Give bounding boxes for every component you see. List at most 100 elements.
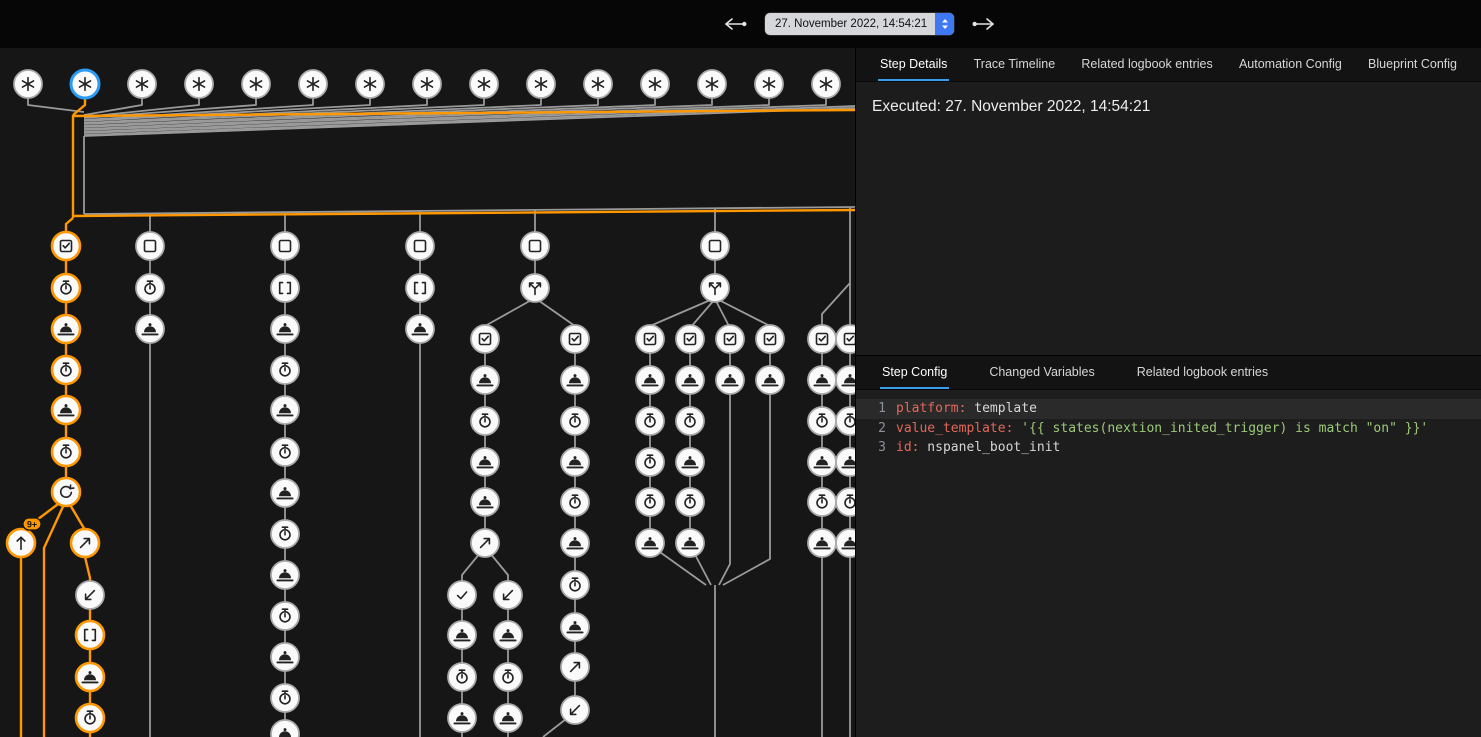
trace-node-room-service[interactable] <box>271 720 299 737</box>
trace-node-timer[interactable] <box>676 407 704 435</box>
trace-node-timer[interactable] <box>636 407 664 435</box>
trace-node-room-service[interactable] <box>271 479 299 507</box>
trace-node-asterisk[interactable] <box>356 70 384 98</box>
trace-node-checkbox-blank[interactable] <box>136 232 164 260</box>
trace-node-timer[interactable] <box>561 488 589 516</box>
tab-blueprint-config[interactable]: Blueprint Config <box>1366 48 1459 81</box>
trace-node-room-service[interactable] <box>494 621 522 649</box>
trace-node-room-service[interactable] <box>676 366 704 394</box>
trace-node-timer[interactable] <box>271 520 299 548</box>
tab-related-logbook-entries[interactable]: Related logbook entries <box>1135 356 1270 389</box>
tab-step-details[interactable]: Step Details <box>878 48 949 81</box>
trace-node-asterisk[interactable] <box>641 70 669 98</box>
trace-node-room-service[interactable] <box>471 366 499 394</box>
trace-node-room-service[interactable] <box>836 529 855 557</box>
trace-node-code-brackets[interactable] <box>76 621 104 649</box>
trace-node-timer[interactable] <box>52 438 80 466</box>
trace-node-timer[interactable] <box>271 356 299 384</box>
trace-node-arrow-up-right[interactable] <box>471 529 499 557</box>
trace-node-checkbox-marked[interactable] <box>52 232 80 260</box>
trace-node-checkbox-marked[interactable] <box>636 325 664 353</box>
trace-node-asterisk[interactable] <box>698 70 726 98</box>
trace-node-asterisk[interactable] <box>527 70 555 98</box>
trace-node-room-service[interactable] <box>636 366 664 394</box>
trace-node-timer[interactable] <box>836 488 855 516</box>
trace-node-room-service[interactable] <box>406 315 434 343</box>
trace-node-room-service[interactable] <box>271 396 299 424</box>
trace-node-room-service[interactable] <box>561 448 589 476</box>
trace-node-refresh[interactable] <box>52 478 80 506</box>
trace-node-timer[interactable] <box>448 663 476 691</box>
trace-node-asterisk[interactable] <box>128 70 156 98</box>
trace-node-room-service[interactable] <box>756 366 784 394</box>
trace-node-checkbox-marked[interactable] <box>756 325 784 353</box>
code-line-3[interactable]: 3id: nspanel_boot_init <box>856 438 1481 458</box>
trace-node-asterisk[interactable] <box>584 70 612 98</box>
next-trace-button[interactable] <box>967 13 1001 35</box>
trace-node-room-service[interactable] <box>471 448 499 476</box>
trace-node-room-service[interactable] <box>561 613 589 641</box>
tab-related-logbook-entries[interactable]: Related logbook entries <box>1079 48 1214 81</box>
trace-node-call-split[interactable] <box>521 274 549 302</box>
trace-node-timer[interactable] <box>808 407 836 435</box>
trace-node-timer[interactable] <box>471 407 499 435</box>
trace-node-arrow-bottom-left[interactable] <box>494 581 522 609</box>
trace-node-call-split[interactable] <box>701 274 729 302</box>
trace-node-room-service[interactable] <box>676 529 704 557</box>
trace-node-arrow-up-right[interactable] <box>561 653 589 681</box>
trace-node-room-service[interactable] <box>561 529 589 557</box>
trace-node-room-service[interactable] <box>561 366 589 394</box>
trace-node-asterisk[interactable] <box>812 70 840 98</box>
trace-node-asterisk[interactable] <box>242 70 270 98</box>
trace-node-timer[interactable] <box>494 663 522 691</box>
trace-node-arrow-bottom-left[interactable] <box>76 581 104 609</box>
trace-node-room-service[interactable] <box>52 396 80 424</box>
trace-node-asterisk[interactable] <box>14 70 42 98</box>
trace-node-room-service[interactable] <box>494 704 522 732</box>
trace-node-arrow-bottom-left[interactable] <box>561 696 589 724</box>
trace-node-room-service[interactable] <box>836 448 855 476</box>
trace-node-checkbox-blank[interactable] <box>701 232 729 260</box>
code-line-2[interactable]: 2value_template: '{{ states(nextion_init… <box>856 419 1481 439</box>
trace-node-timer[interactable] <box>561 407 589 435</box>
tab-automation-config[interactable]: Automation Config <box>1237 48 1344 81</box>
trace-node-room-service[interactable] <box>448 704 476 732</box>
trace-node-checkbox-marked[interactable] <box>836 325 855 353</box>
trace-node-room-service[interactable] <box>271 561 299 589</box>
trace-node-asterisk[interactable] <box>185 70 213 98</box>
trace-node-room-service[interactable] <box>76 663 104 691</box>
trace-node-asterisk[interactable] <box>71 70 99 98</box>
trace-node-checkbox-marked[interactable] <box>561 325 589 353</box>
trace-node-timer[interactable] <box>271 684 299 712</box>
trace-node-timer[interactable] <box>808 488 836 516</box>
trace-node-asterisk[interactable] <box>755 70 783 98</box>
tab-changed-variables[interactable]: Changed Variables <box>987 356 1096 389</box>
trace-node-checkbox-marked[interactable] <box>471 325 499 353</box>
trace-node-timer[interactable] <box>52 356 80 384</box>
trace-node-checkbox-marked[interactable] <box>676 325 704 353</box>
trace-node-asterisk[interactable] <box>413 70 441 98</box>
trace-node-timer[interactable] <box>676 488 704 516</box>
trace-node-timer[interactable] <box>636 448 664 476</box>
tab-trace-timeline[interactable]: Trace Timeline <box>972 48 1058 81</box>
trace-node-room-service[interactable] <box>136 315 164 343</box>
trace-node-code-brackets[interactable] <box>271 274 299 302</box>
yaml-code-block[interactable]: 1platform: template2value_template: '{{ … <box>856 390 1481 737</box>
trace-node-check[interactable] <box>448 581 476 609</box>
trace-node-room-service[interactable] <box>676 448 704 476</box>
trace-node-timer[interactable] <box>52 274 80 302</box>
trace-node-checkbox-blank[interactable] <box>271 232 299 260</box>
trace-node-room-service[interactable] <box>716 366 744 394</box>
trace-node-checkbox-blank[interactable] <box>406 232 434 260</box>
trace-node-asterisk[interactable] <box>470 70 498 98</box>
trace-node-timer[interactable] <box>271 602 299 630</box>
trace-node-timer[interactable] <box>271 438 299 466</box>
trace-node-room-service[interactable] <box>636 529 664 557</box>
trace-node-checkbox-marked[interactable] <box>716 325 744 353</box>
trace-node-room-service[interactable] <box>271 643 299 671</box>
trace-node-timer[interactable] <box>76 704 104 732</box>
trace-node-room-service[interactable] <box>448 621 476 649</box>
trace-node-room-service[interactable] <box>808 366 836 394</box>
code-line-1[interactable]: 1platform: template <box>856 399 1481 419</box>
trace-node-room-service[interactable] <box>808 529 836 557</box>
